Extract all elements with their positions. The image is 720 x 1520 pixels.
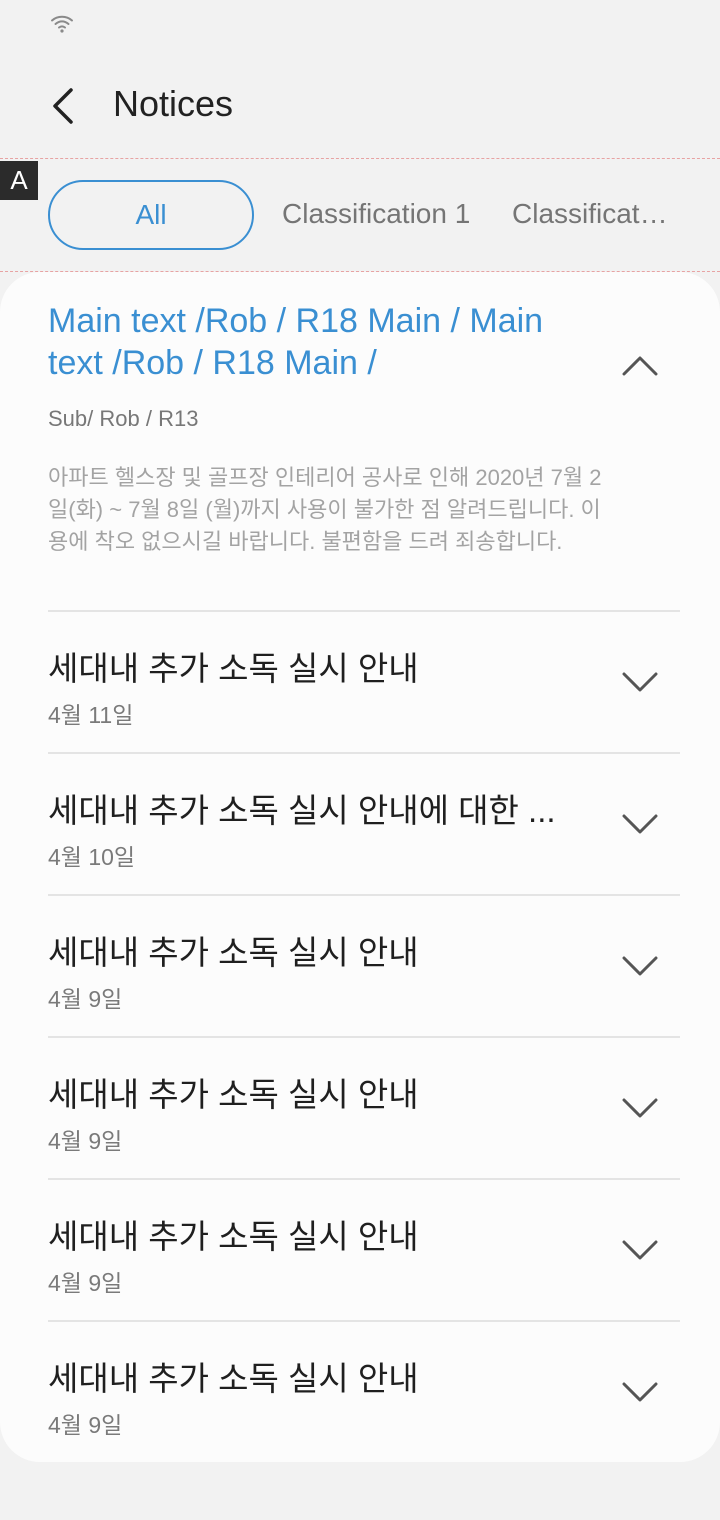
notice-item[interactable]: 세대내 추가 소독 실시 안내 4월 9일 <box>0 1180 720 1320</box>
notice-title: 세대내 추가 소독 실시 안내 <box>48 934 419 971</box>
guide-line-top <box>0 158 720 159</box>
chevron-down-icon[interactable] <box>622 955 658 977</box>
expanded-notice-subtitle: Sub/ Rob / R13 <box>48 406 199 431</box>
filter-chip-classification-1[interactable]: Classification 1 <box>282 198 470 230</box>
chevron-down-icon[interactable] <box>622 1239 658 1261</box>
chevron-down-icon[interactable] <box>622 1381 658 1403</box>
notice-date: 4월 9일 <box>48 986 123 1012</box>
app-bar: Notices <box>0 58 720 150</box>
filter-chip-all[interactable]: All <box>48 180 254 250</box>
back-button[interactable] <box>36 80 88 132</box>
notice-item[interactable]: 세대내 추가 소독 실시 안내 4월 9일 <box>0 1038 720 1178</box>
filter-chip-classification-2[interactable]: Classificat… <box>512 198 668 230</box>
chevron-down-icon[interactable] <box>622 671 658 693</box>
notice-title: 세대내 추가 소독 실시 안내 <box>48 1360 419 1397</box>
notice-item[interactable]: 세대내 추가 소독 실시 안내에 대한 ... 4월 10일 <box>0 754 720 894</box>
back-arrow-icon <box>53 88 73 124</box>
notice-date: 4월 11일 <box>48 702 134 728</box>
page-title: Notices <box>113 83 234 124</box>
expanded-notice-title: Main text /Rob / R18 Main / Main text /R… <box>48 302 544 382</box>
notice-date: 4월 9일 <box>48 1412 123 1438</box>
chevron-down-icon[interactable] <box>622 1097 658 1119</box>
notice-list-card: Main text /Rob / R18 Main / Main text /R… <box>0 272 720 1462</box>
notice-item[interactable]: 세대내 추가 소독 실시 안내 4월 9일 <box>0 896 720 1036</box>
notice-title: 세대내 추가 소독 실시 안내에 대한 ... <box>48 792 556 829</box>
filter-tabs: All Classification 1 Classificat… <box>0 180 720 252</box>
wifi-icon <box>51 15 73 33</box>
notice-title: 세대내 추가 소독 실시 안내 <box>48 1076 419 1113</box>
expanded-notice-body: 아파트 헬스장 및 골프장 인테리어 공사로 인해 2020년 7월 2일(화)… <box>48 465 602 554</box>
chevron-up-icon[interactable] <box>622 354 658 376</box>
notice-date: 4월 10일 <box>48 844 136 870</box>
status-bar <box>0 0 720 48</box>
notice-item[interactable]: 세대내 추가 소독 실시 안내 4월 9일 <box>0 1322 720 1462</box>
notice-date: 4월 9일 <box>48 1128 123 1154</box>
notice-date: 4월 9일 <box>48 1270 123 1296</box>
chevron-down-icon[interactable] <box>622 813 658 835</box>
expanded-notice[interactable]: Main text /Rob / R18 Main / Main text /R… <box>48 300 680 558</box>
notice-title: 세대내 추가 소독 실시 안내 <box>48 1218 419 1255</box>
notice-title: 세대내 추가 소독 실시 안내 <box>48 650 419 687</box>
notice-item[interactable]: 세대내 추가 소독 실시 안내 4월 11일 <box>0 612 720 752</box>
